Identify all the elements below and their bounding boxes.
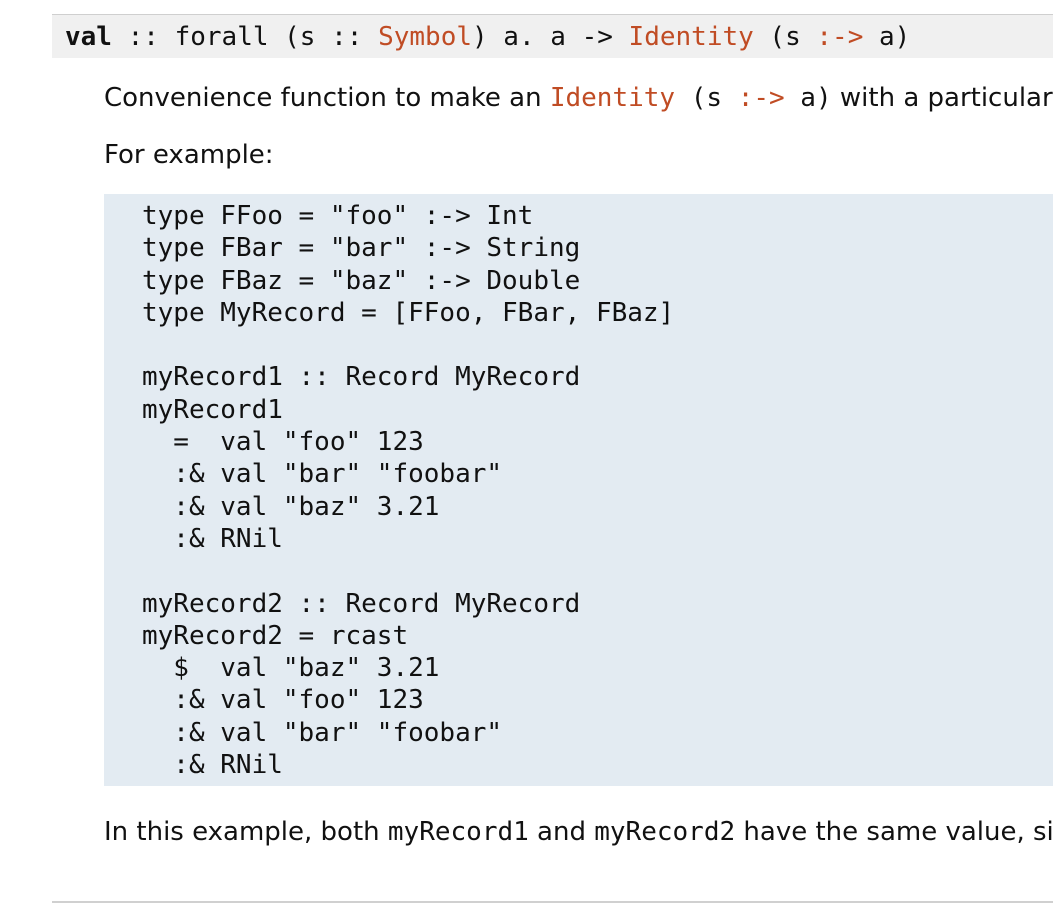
conclusion-text: In this example, both — [104, 817, 388, 847]
function-description: Convenience function to make an Identity… — [104, 80, 1053, 116]
code-line: myRecord2 = rcast — [142, 620, 409, 651]
description-text: with a particular — [831, 83, 1053, 113]
function-name: val — [65, 22, 112, 52]
code-line: type FBar = "bar" :-> String — [142, 233, 581, 264]
code-line: :& val "bar" "foobar" — [142, 717, 503, 748]
example-intro: For example: — [104, 140, 274, 170]
code-line: type MyRecord = [FFoo, FBar, FBaz] — [142, 297, 675, 328]
signature-text: :: forall (s :: — [111, 22, 379, 52]
description-code: (s — [675, 83, 738, 113]
description-text: Convenience function to make an — [104, 83, 550, 113]
example-conclusion: In this example, both myRecord1 and myRe… — [104, 814, 1053, 850]
identity-type-link[interactable]: Identity — [629, 22, 754, 52]
code-example-block: type FFoo = "foo" :-> Int type FBar = "b… — [104, 194, 1053, 786]
code-line: = val "foo" 123 — [142, 427, 424, 458]
code-line: myRecord1 — [142, 394, 283, 425]
identity-type-link[interactable]: Identity — [550, 83, 675, 113]
signature-text: (s — [753, 22, 817, 52]
code-line: :& RNil — [142, 750, 283, 781]
record-name-code: myRecord2 — [594, 817, 736, 847]
code-line: :& val "foo" 123 — [142, 685, 424, 716]
signature-text: a) — [863, 22, 911, 52]
code-line: myRecord2 :: Record MyRecord — [142, 588, 581, 619]
code-line: type FFoo = "foo" :-> Int — [142, 201, 534, 231]
description-code: a) — [784, 83, 832, 113]
conclusion-text: and — [528, 817, 595, 847]
code-line: $ val "baz" 3.21 — [142, 653, 440, 684]
signature-text: ) a. a -> — [472, 22, 629, 52]
code-line: type FBaz = "baz" :-> Double — [142, 265, 581, 296]
conclusion-text: have the same value, si — [735, 817, 1053, 847]
symbol-type-link[interactable]: Symbol — [378, 22, 472, 52]
function-signature: val :: forall (s :: Symbol) a. a -> Iden… — [52, 14, 1053, 58]
code-line: :& val "baz" 3.21 — [142, 491, 440, 522]
field-operator-link[interactable]: :-> — [738, 83, 785, 113]
code-line: :& RNil — [142, 523, 283, 554]
code-line: :& val "bar" "foobar" — [142, 459, 503, 490]
field-operator-link[interactable]: :-> — [816, 22, 863, 52]
section-divider — [52, 901, 1053, 903]
record-name-code: myRecord1 — [387, 817, 529, 847]
code-line: myRecord1 :: Record MyRecord — [142, 362, 581, 393]
